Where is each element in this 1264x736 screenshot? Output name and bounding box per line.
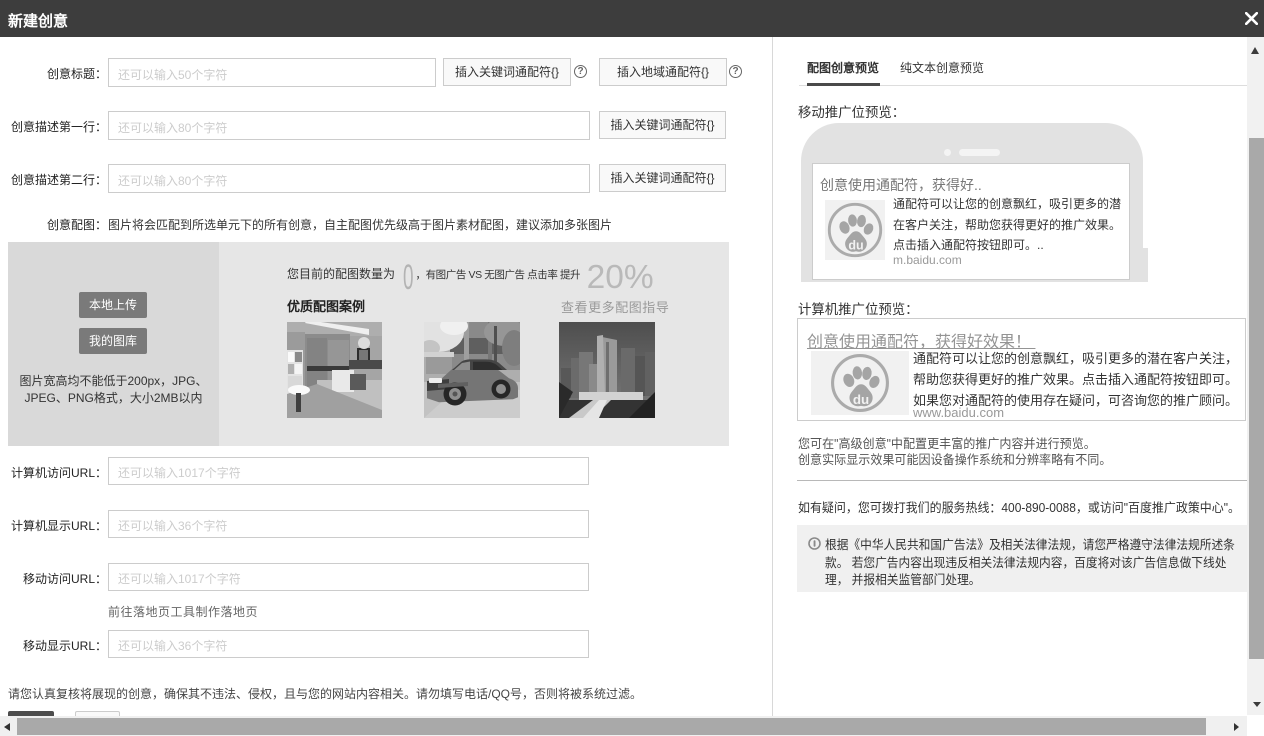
svg-text:du: du: [853, 392, 869, 407]
svg-text:du: du: [848, 239, 863, 253]
